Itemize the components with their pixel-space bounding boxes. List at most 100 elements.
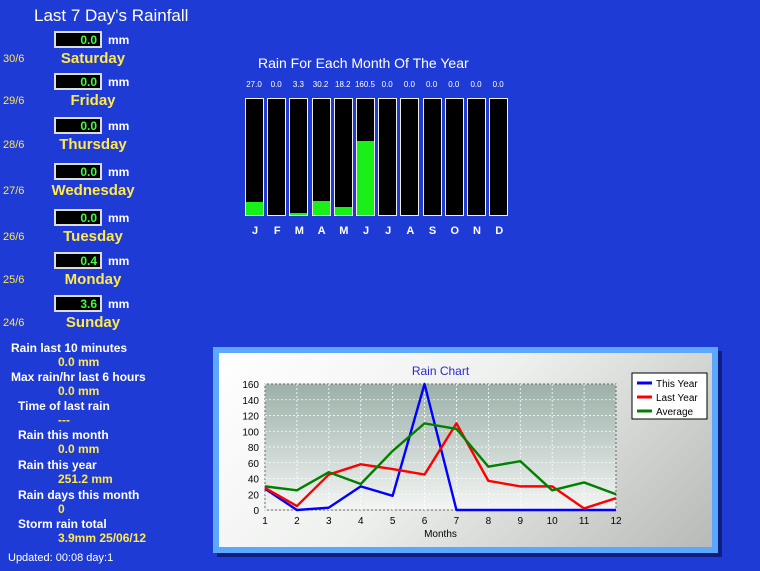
- day-rain-unit: mm: [108, 75, 130, 89]
- stat-value: ---: [58, 413, 70, 427]
- x-tick-label: 5: [390, 516, 396, 527]
- month-letter: A: [406, 225, 415, 237]
- x-tick-label: 6: [422, 516, 428, 527]
- month-letter: A: [317, 225, 326, 237]
- y-tick-label: 140: [242, 396, 259, 407]
- stat-label: Max rain/hr last 6 hours: [11, 370, 146, 384]
- day-name: Wednesday: [51, 182, 135, 199]
- month-bar: [422, 98, 442, 216]
- month-value-label: 0.0: [403, 80, 415, 89]
- day-date: 27/6: [3, 185, 25, 197]
- day-name: Thursday: [59, 136, 127, 153]
- stat-value: 3.9mm 25/06/12: [58, 531, 147, 545]
- day-rain-unit: mm: [108, 297, 130, 311]
- stat-value: 251.2 mm: [58, 472, 113, 486]
- x-tick-label: 11: [579, 516, 590, 527]
- legend-label: Last Year: [656, 393, 698, 404]
- month-bar-fill: [357, 141, 374, 215]
- month-bar: [267, 98, 287, 216]
- month-letter: J: [251, 225, 259, 237]
- stat-label: Rain this month: [18, 428, 109, 442]
- updated-timestamp: Updated: 00:08 day:1: [8, 552, 114, 564]
- monthly-chart-title: Rain For Each Month Of The Year: [258, 55, 469, 71]
- month-value-label: 0.0: [270, 80, 282, 89]
- day-name: Tuesday: [63, 228, 123, 245]
- month-bar: [289, 98, 309, 216]
- month-bar-fill: [334, 207, 352, 215]
- day-rain-value: 0.0: [54, 73, 102, 90]
- month-bar: [378, 98, 398, 216]
- x-tick-label: 8: [486, 516, 492, 527]
- month-value-label: 18.2: [335, 80, 351, 89]
- stat-label: Rain days this month: [18, 488, 140, 502]
- y-tick-label: 60: [248, 459, 260, 470]
- month-letter: J: [362, 225, 370, 237]
- day-date: 25/6: [3, 274, 25, 286]
- month-bar: [400, 98, 420, 216]
- day-rain-value: 0.0: [54, 117, 102, 134]
- day-rain-value: 0.0: [54, 209, 102, 226]
- month-bar-fill: [290, 213, 308, 215]
- month-letter: N: [473, 225, 481, 237]
- month-letter: M: [294, 225, 304, 237]
- month-value-label: 0.0: [426, 80, 438, 89]
- stat-value: 0: [58, 502, 65, 516]
- y-tick-label: 80: [248, 443, 260, 454]
- day-name: Monday: [64, 271, 122, 288]
- stat-value: 0.0 mm: [58, 355, 100, 369]
- y-tick-label: 20: [248, 490, 260, 501]
- month-value-label: 0.0: [470, 80, 482, 89]
- day-name: Sunday: [65, 314, 121, 331]
- month-value-label: 27.0: [246, 80, 262, 89]
- stat-label: Time of last rain: [18, 399, 110, 413]
- x-axis-label: Months: [424, 529, 457, 540]
- month-letter: M: [339, 225, 349, 237]
- day-date: 28/6: [3, 139, 25, 151]
- month-letter: D: [495, 225, 504, 237]
- month-bar: [444, 98, 464, 216]
- day-rain-unit: mm: [108, 165, 130, 179]
- y-tick-label: 160: [242, 380, 259, 391]
- month-bar: [333, 98, 353, 216]
- stat-label: Rain last 10 minutes: [11, 341, 128, 355]
- month-letter: J: [385, 225, 392, 237]
- x-tick-label: 2: [294, 516, 300, 527]
- day-rain-value: 0.4: [54, 252, 102, 269]
- day-rain-value: 0.0: [54, 31, 102, 48]
- y-tick-label: 120: [242, 412, 259, 423]
- month-value-label: 0.0: [492, 80, 504, 89]
- month-bar: [467, 98, 486, 216]
- month-letter: O: [450, 225, 460, 237]
- day-date: 30/6: [3, 53, 25, 65]
- month-letter: F: [273, 225, 281, 237]
- day-name: Friday: [70, 92, 116, 109]
- x-tick-label: 1: [262, 516, 268, 527]
- day-rain-unit: mm: [108, 211, 130, 225]
- chart-title: Rain Chart: [412, 364, 470, 378]
- rain-chart-panel: Rain Chart 0 20 40 60 80 100 120 140 160 1 2 3 4 5 6 7 8 9…: [213, 347, 718, 553]
- page-title: Last 7 Day's Rainfall: [34, 6, 189, 25]
- month-bar: [311, 98, 331, 216]
- day-rain-unit: mm: [108, 254, 130, 268]
- month-letter: S: [428, 225, 437, 237]
- day-date: 26/6: [3, 231, 25, 243]
- rain-chart-area: Rain Chart 0 20 40 60 80 100 120 140 160 1 2 3 4 5 6 7 8 9…: [219, 353, 712, 547]
- month-value-label: 30.2: [312, 80, 329, 89]
- stat-label: Rain this year: [18, 458, 97, 472]
- month-bar-fill: [312, 201, 330, 215]
- stat-value: 0.0 mm: [58, 442, 100, 456]
- y-tick-label: 0: [253, 506, 259, 517]
- day-rain-unit: mm: [108, 33, 130, 47]
- stat-value: 0.0 mm: [58, 384, 100, 398]
- day-date: 29/6: [3, 95, 25, 107]
- day-rain-unit: mm: [108, 119, 130, 133]
- month-value-label: 160.5: [354, 80, 376, 89]
- month-bar: [245, 98, 264, 216]
- day-rain-value: 3.6: [54, 295, 102, 312]
- month-bar: [489, 98, 509, 216]
- legend-label: Average: [656, 407, 694, 418]
- month-value-label: 0.0: [448, 80, 460, 89]
- x-tick-label: 4: [358, 516, 364, 527]
- stat-label: Storm rain total: [18, 517, 107, 531]
- y-tick-label: 40: [248, 475, 260, 486]
